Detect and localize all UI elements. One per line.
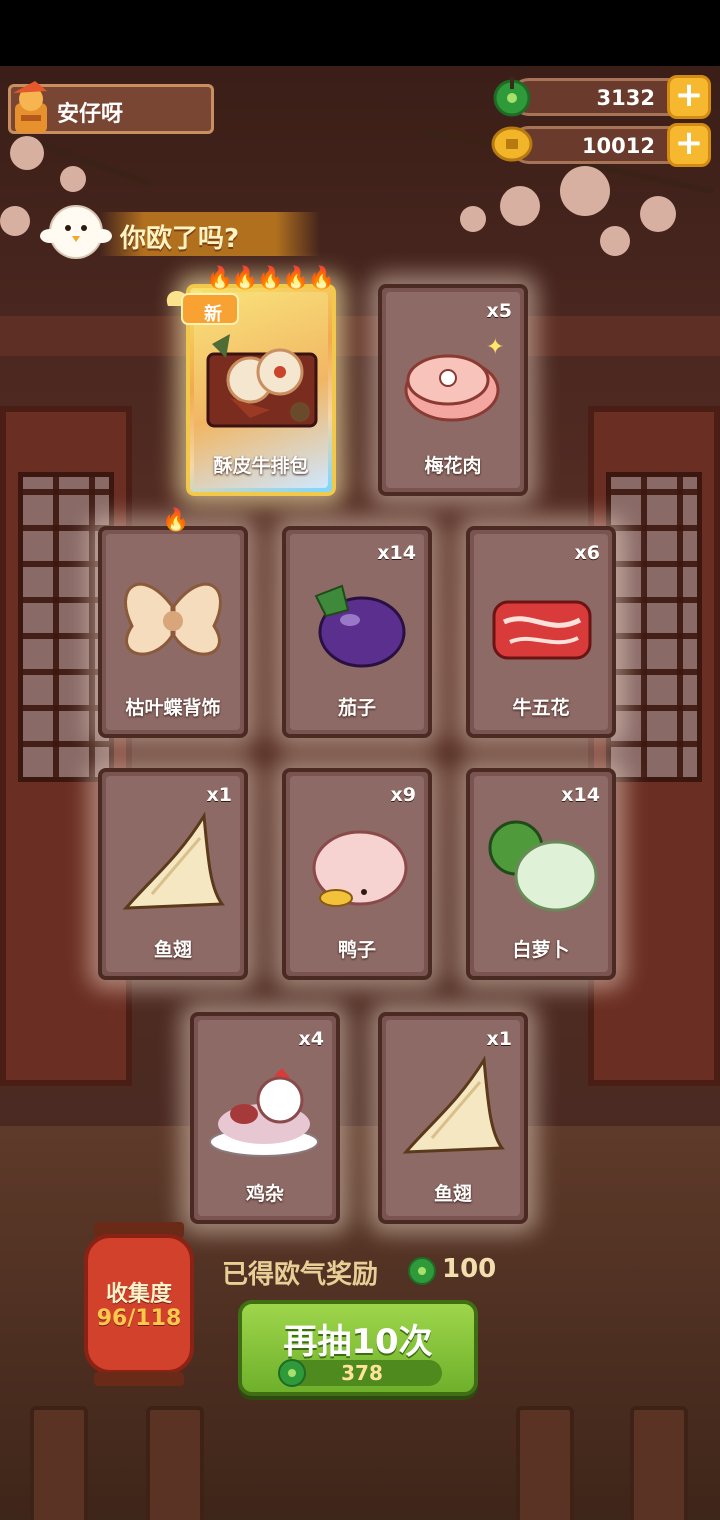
card-item[interactable]: x9 鸭子 [282, 768, 432, 980]
blossom [560, 166, 610, 216]
rarity-flame-icon: 🔥 [162, 508, 189, 533]
card-item[interactable]: x1 鱼翅 [378, 1012, 528, 1224]
blossom [0, 206, 30, 236]
beef-brisket-icon [492, 600, 592, 660]
jade-icon [493, 77, 531, 117]
white-radish-icon [488, 820, 598, 912]
svg-text:✦: ✦ [486, 335, 504, 360]
card-item[interactable]: x4 鸡杂 [190, 1012, 340, 1224]
card-item-name: 鸡杂 [245, 1183, 284, 1205]
card-item[interactable]: 新 酥皮牛排包 [166, 284, 336, 496]
card-item-quantity: x4 [298, 1028, 324, 1050]
eggplant-icon [314, 584, 406, 668]
draw-cost-amount: 378 [341, 1361, 383, 1385]
card-item-quantity: x5 [486, 300, 512, 322]
status-bar [0, 0, 720, 66]
reward-amount: 100 [442, 1254, 497, 1284]
fence-post [630, 1406, 688, 1520]
blossom [640, 196, 676, 232]
player-name-panel[interactable]: 安仔呀 [8, 81, 214, 134]
card-item-name: 枯叶蝶背饰 [125, 697, 221, 719]
card-item-quantity: x1 [486, 1028, 512, 1050]
new-badge [166, 290, 239, 325]
shark-fin-icon [402, 1055, 505, 1154]
chick-icon [40, 205, 112, 259]
card-item-name: 白萝卜 [512, 939, 570, 961]
pork-shoulder-icon: ✦ [404, 335, 504, 422]
fence-post [516, 1406, 574, 1520]
card-item-name: 牛五花 [512, 697, 570, 719]
fence-post [30, 1406, 88, 1520]
collection-label: 收集度 [105, 1282, 172, 1307]
reward-label: 已得欧气奖励 [222, 1260, 379, 1290]
add-coin-button[interactable]: + [667, 123, 711, 167]
card-item[interactable]: x6 牛五花 [466, 526, 616, 738]
duck-icon [312, 830, 408, 907]
collection-lantern[interactable]: 收集度 96/118 [80, 1222, 198, 1392]
shark-fin-icon [122, 811, 225, 910]
card-item-name: 茄子 [337, 697, 376, 719]
blossom [600, 226, 630, 256]
wall-beam [0, 316, 720, 356]
banner-text: 你欧了吗? [120, 224, 240, 254]
card-item-quantity: x14 [377, 542, 416, 564]
chicken-giblets-icon [209, 1068, 319, 1157]
player-name: 安仔呀 [57, 102, 124, 127]
coin-icon [491, 126, 533, 162]
collection-progress: 96/118 [96, 1306, 182, 1331]
left-door [0, 406, 132, 1086]
card-item-quantity: x1 [206, 784, 232, 806]
blossom [500, 186, 540, 226]
right-door [588, 406, 720, 1086]
fence-post [146, 1406, 204, 1520]
card-item-name: 鱼翅 [433, 1183, 472, 1205]
card-item[interactable]: x14 茄子 [282, 526, 432, 738]
jade-icon [408, 1257, 436, 1285]
card-item[interactable]: 枯叶蝶背饰 [98, 526, 248, 738]
add-jade-button[interactable]: + [667, 75, 711, 119]
lucky-banner: 你欧了吗? [40, 196, 320, 266]
draw-again-button[interactable]: 再抽10次 378 [238, 1300, 478, 1396]
card-item-name: 鸭子 [337, 939, 376, 961]
blossom [10, 136, 44, 170]
coin-amount: 10012 [581, 134, 655, 158]
jade-amount: 3132 [596, 86, 655, 110]
rarity-flames-icon: 🔥🔥🔥🔥🔥 [206, 266, 335, 291]
card-item-name: 梅花肉 [424, 455, 482, 477]
blossom [460, 206, 486, 232]
blossom [60, 166, 86, 192]
card-item[interactable]: x5 ✦ 梅花肉 [378, 284, 528, 496]
puff-steak-bun-icon [206, 334, 318, 428]
card-item-name: 鱼翅 [153, 939, 192, 961]
card-item[interactable]: x14 白萝卜 [466, 768, 616, 980]
card-item-name: 酥皮牛排包 [213, 455, 309, 477]
card-item[interactable]: x1 鱼翅 [98, 768, 248, 980]
card-item-quantity: x14 [561, 784, 600, 806]
dead-leaf-butterfly-icon [124, 582, 222, 656]
draw-cost: 378 [278, 1359, 442, 1387]
coin-currency-panel: 10012 + [491, 123, 711, 167]
jade-currency-panel: 3132 + [493, 75, 711, 119]
card-item-quantity: x9 [390, 784, 416, 806]
new-badge-label: 新 [204, 304, 222, 325]
card-item-quantity: x6 [574, 542, 600, 564]
player-avatar-icon [13, 81, 47, 133]
